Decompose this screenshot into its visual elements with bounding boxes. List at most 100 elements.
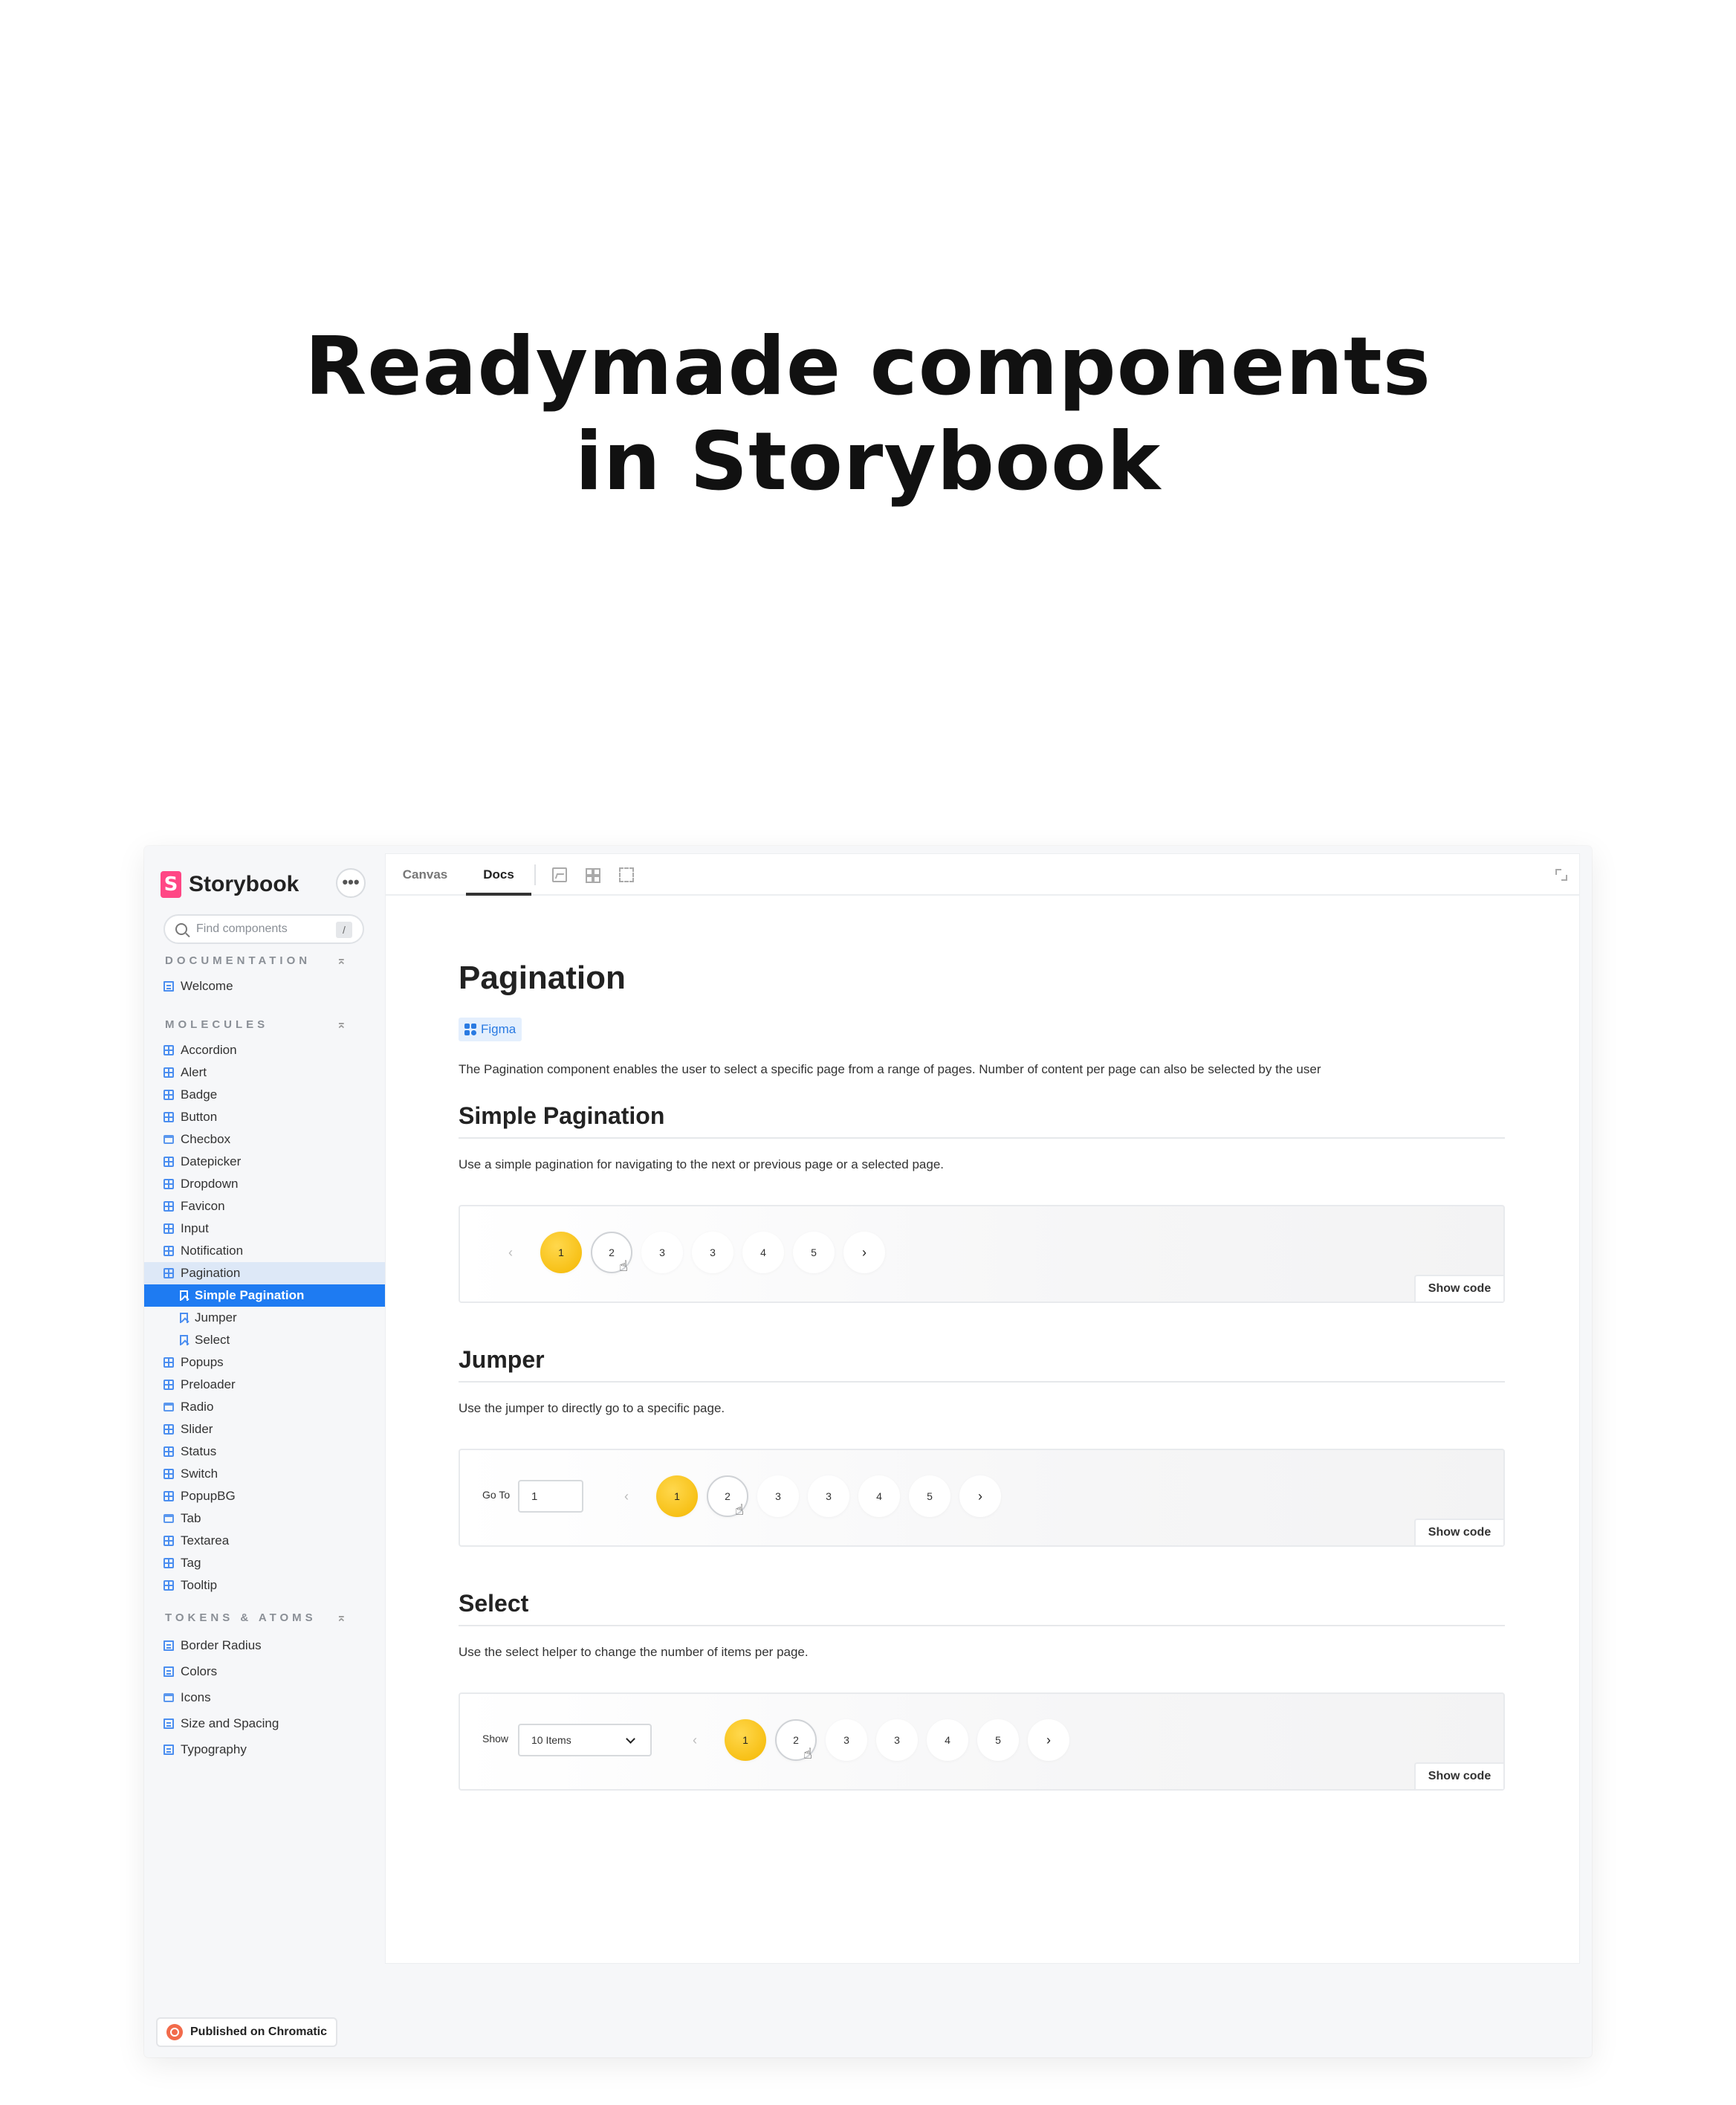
- page-button-2[interactable]: 2 ☝: [775, 1719, 817, 1762]
- sidebar-item-icons[interactable]: Icons: [144, 1684, 385, 1710]
- page-button-1[interactable]: 1: [540, 1232, 582, 1273]
- storybook-window: S Storybook ••• / DOCUMENTATION ⌅ Welcom…: [144, 846, 1592, 2057]
- doc-icon: [163, 1718, 174, 1729]
- sidebar-item-label: Typography: [181, 1742, 247, 1756]
- sidebar-item-label: Tooltip: [181, 1578, 218, 1592]
- section-documentation[interactable]: DOCUMENTATION ⌅: [165, 954, 366, 969]
- sidebar-item-checbox[interactable]: Checbox: [144, 1128, 385, 1151]
- sidebar-item-size-and-spacing[interactable]: Size and Spacing: [144, 1710, 385, 1736]
- page-button-3b[interactable]: 3: [808, 1475, 849, 1517]
- section-molecules[interactable]: MOLECULES ⌅: [165, 1018, 366, 1033]
- next-page-button[interactable]: ›: [1028, 1719, 1069, 1761]
- sidebar-item-popupbg[interactable]: PopupBG: [144, 1485, 385, 1507]
- show-code-button[interactable]: Show code: [1414, 1275, 1503, 1302]
- sidebar-item-datepicker[interactable]: Datepicker: [144, 1151, 385, 1173]
- folder-icon: [163, 1692, 174, 1702]
- sidebar-item-typography[interactable]: Typography: [144, 1736, 385, 1762]
- page-button-3b[interactable]: 3: [692, 1232, 733, 1273]
- background-image-icon[interactable]: [552, 867, 567, 882]
- sidebar-item-select[interactable]: Select: [144, 1329, 385, 1351]
- page-button-5[interactable]: 5: [977, 1719, 1019, 1761]
- sidebar-item-simple-pagination[interactable]: Simple Pagination: [144, 1284, 385, 1307]
- brand[interactable]: S Storybook: [161, 870, 299, 899]
- sidebar-item-welcome[interactable]: Welcome: [144, 975, 385, 997]
- fullscreen-icon[interactable]: [1554, 867, 1569, 882]
- collapse-icon[interactable]: ⌅: [337, 1610, 346, 1625]
- sidebar-item-slider[interactable]: Slider: [144, 1418, 385, 1440]
- search-input[interactable]: [196, 922, 330, 936]
- page-button-4[interactable]: 4: [742, 1232, 784, 1273]
- sidebar-item-favicon[interactable]: Favicon: [144, 1195, 385, 1218]
- prev-page-button[interactable]: ‹: [674, 1719, 716, 1761]
- sidebar-item-label: Pagination: [181, 1266, 241, 1280]
- folder-icon: [163, 1514, 174, 1523]
- sidebar-item-badge[interactable]: Badge: [144, 1084, 385, 1106]
- page-button-4[interactable]: 4: [858, 1475, 900, 1517]
- page-button-3b[interactable]: 3: [876, 1719, 918, 1761]
- bookmark-icon: [180, 1290, 188, 1301]
- component-icon: [163, 1469, 174, 1479]
- sidebar-item-preloader[interactable]: Preloader: [144, 1374, 385, 1396]
- goto-input[interactable]: [518, 1480, 583, 1513]
- page-button-2[interactable]: 2 ☝: [591, 1232, 632, 1275]
- component-icon: [163, 1201, 174, 1212]
- component-icon: [163, 1268, 174, 1278]
- sidebar-menu-button[interactable]: •••: [336, 868, 366, 898]
- prev-page-button[interactable]: ‹: [606, 1475, 647, 1517]
- page-button-1[interactable]: 1: [725, 1719, 766, 1761]
- sidebar-item-jumper[interactable]: Jumper: [144, 1307, 385, 1329]
- main-panel: Canvas Docs Pagination Figma The Paginat…: [385, 853, 1580, 1964]
- sidebar-item-input[interactable]: Input: [144, 1218, 385, 1240]
- sidebar-item-alert[interactable]: Alert: [144, 1061, 385, 1084]
- sidebar-item-border-radius[interactable]: Border Radius: [144, 1632, 385, 1658]
- sidebar-item-label: Input: [181, 1221, 209, 1235]
- component-icon: [163, 1357, 174, 1368]
- sidebar-item-label: Tab: [181, 1511, 201, 1525]
- component-icon: [163, 1157, 174, 1167]
- storybook-logo-icon: S: [161, 871, 181, 898]
- sidebar-item-notification[interactable]: Notification: [144, 1240, 385, 1262]
- page-button-1[interactable]: 1: [656, 1475, 698, 1517]
- sidebar-item-tag[interactable]: Tag: [144, 1552, 385, 1574]
- page-button-3[interactable]: 3: [757, 1475, 799, 1517]
- next-page-button[interactable]: ›: [959, 1475, 1001, 1517]
- show-code-button[interactable]: Show code: [1414, 1762, 1503, 1789]
- page-button-4[interactable]: 4: [927, 1719, 968, 1761]
- sidebar-item-switch[interactable]: Switch: [144, 1463, 385, 1485]
- sidebar-item-popups[interactable]: Popups: [144, 1351, 385, 1374]
- outline-icon[interactable]: [619, 867, 634, 882]
- page-button-3[interactable]: 3: [826, 1719, 867, 1761]
- tab-canvas[interactable]: Canvas: [399, 854, 451, 896]
- show-code-button[interactable]: Show code: [1414, 1519, 1503, 1545]
- figma-link[interactable]: Figma: [459, 1018, 522, 1041]
- sidebar-item-label: Dropdown: [181, 1177, 239, 1191]
- section-tokens-atoms[interactable]: TOKENS & ATOMS ⌅: [165, 1611, 366, 1626]
- sidebar-item-dropdown[interactable]: Dropdown: [144, 1173, 385, 1195]
- sidebar-item-button[interactable]: Button: [144, 1106, 385, 1128]
- sidebar-item-status[interactable]: Status: [144, 1440, 385, 1463]
- page-button-2[interactable]: 2 ☝: [707, 1475, 748, 1519]
- grid-icon[interactable]: [585, 867, 600, 883]
- sidebar-item-tab[interactable]: Tab: [144, 1507, 385, 1530]
- sidebar-item-textarea[interactable]: Textarea: [144, 1530, 385, 1552]
- published-on-chromatic-link[interactable]: Published on Chromatic: [156, 2017, 338, 2047]
- sidebar-item-accordion[interactable]: Accordion: [144, 1039, 385, 1061]
- tab-docs[interactable]: Docs: [466, 854, 531, 896]
- page-button-3[interactable]: 3: [641, 1232, 683, 1273]
- search-box: /: [163, 914, 364, 944]
- prev-page-button[interactable]: ‹: [490, 1232, 531, 1273]
- items-per-page-select[interactable]: 10 Items: [518, 1724, 652, 1756]
- next-page-button[interactable]: ›: [843, 1232, 885, 1273]
- sidebar-item-colors[interactable]: Colors: [144, 1658, 385, 1684]
- page-button-5[interactable]: 5: [793, 1232, 835, 1273]
- sidebar-item-radio[interactable]: Radio: [144, 1396, 385, 1418]
- component-icon: [163, 1558, 174, 1568]
- hero-title-line-1: Readymade components: [305, 320, 1431, 413]
- component-icon: [163, 1223, 174, 1234]
- collapse-icon[interactable]: ⌅: [337, 953, 346, 968]
- collapse-icon[interactable]: ⌅: [337, 1017, 346, 1032]
- page-button-5[interactable]: 5: [909, 1475, 950, 1517]
- pagination: ‹ 1 2 ☝ 3 3 4 5 ›: [606, 1475, 1010, 1519]
- sidebar-item-pagination[interactable]: Pagination: [144, 1262, 385, 1284]
- sidebar-item-tooltip[interactable]: Tooltip: [144, 1574, 385, 1597]
